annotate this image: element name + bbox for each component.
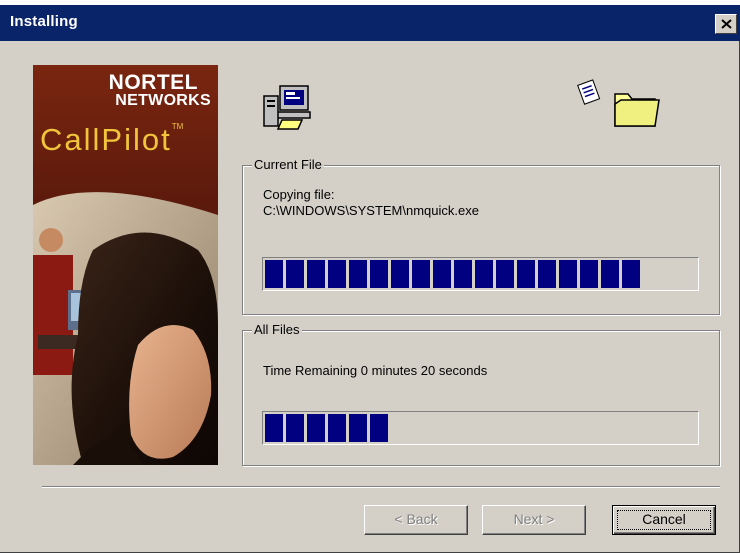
all-files-group: All Files <box>242 322 720 466</box>
current-file-label: Current File <box>252 157 324 173</box>
current-file-path: C:\WINDOWS\SYSTEM\nmquick.exe <box>263 203 479 218</box>
close-button[interactable] <box>715 14 737 34</box>
computer-icon <box>263 85 311 130</box>
all-files-progress-fill <box>265 414 388 442</box>
copying-file-label: Copying file: <box>263 187 335 202</box>
close-icon <box>721 19 732 29</box>
folder-icon <box>614 93 660 127</box>
current-file-progress-fill <box>265 260 640 288</box>
separator-line <box>42 486 720 488</box>
next-button[interactable]: Next > <box>482 505 586 535</box>
all-files-label: All Files <box>252 322 302 338</box>
cancel-button[interactable]: Cancel <box>612 505 716 535</box>
installer-window: Installing NORTEL NETWORKS CallPilotTM C… <box>0 0 740 553</box>
window-title: Installing <box>10 13 78 30</box>
cancel-button-label: Cancel <box>642 511 686 527</box>
product-name: CallPilotTM <box>40 122 184 157</box>
product-banner: NORTEL NETWORKS CallPilotTM <box>33 65 218 465</box>
back-button[interactable]: < Back <box>364 505 468 535</box>
time-remaining-text: Time Remaining 0 minutes 20 seconds <box>263 363 488 378</box>
document-icon <box>577 79 601 105</box>
all-files-progress <box>262 411 699 445</box>
current-file-progress <box>262 257 699 291</box>
title-bar[interactable]: Installing <box>0 0 740 41</box>
